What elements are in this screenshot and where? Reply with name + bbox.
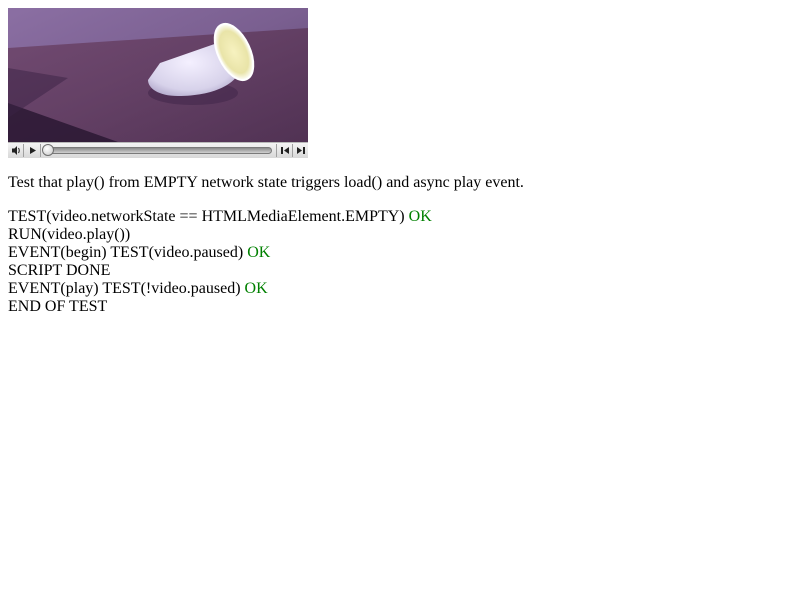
control-divider xyxy=(276,144,277,157)
step-back-button[interactable] xyxy=(279,143,291,158)
control-divider xyxy=(40,144,41,157)
log-line: TEST(video.networkState == HTMLMediaElem… xyxy=(8,208,432,226)
step-forward-button[interactable] xyxy=(295,143,307,158)
log-line-status: OK xyxy=(244,280,268,297)
control-divider xyxy=(23,144,24,157)
page: Test that play() from EMPTY network stat… xyxy=(0,0,800,600)
speaker-icon xyxy=(12,146,20,155)
log-line: EVENT(begin) TEST(video.paused) OK xyxy=(8,244,432,262)
log-line-status: OK xyxy=(408,208,432,225)
log-line-text: TEST(video.networkState == HTMLMediaElem… xyxy=(8,208,405,225)
log-line: END OF TEST xyxy=(8,298,432,316)
log-line: EVENT(play) TEST(!video.paused) OK xyxy=(8,280,432,298)
video-controls xyxy=(8,142,308,158)
control-divider xyxy=(292,144,293,157)
timeline-thumb[interactable] xyxy=(42,144,54,156)
test-log: TEST(video.networkState == HTMLMediaElem… xyxy=(8,208,432,316)
step-forward-icon xyxy=(297,147,305,154)
log-line-text: EVENT(play) TEST(!video.paused) xyxy=(8,280,241,297)
video-frame[interactable] xyxy=(8,8,308,142)
video-still-image xyxy=(8,8,308,142)
log-line-text: RUN(video.play()) xyxy=(8,226,131,243)
video-player[interactable] xyxy=(8,8,308,158)
volume-button[interactable] xyxy=(10,143,22,158)
log-line-text: SCRIPT DONE xyxy=(8,262,111,279)
log-line-text: EVENT(begin) TEST(video.paused) xyxy=(8,244,244,261)
step-back-icon xyxy=(281,147,289,154)
timeline-track[interactable] xyxy=(44,147,272,154)
play-button[interactable] xyxy=(27,143,39,158)
play-icon xyxy=(30,147,36,154)
log-line: RUN(video.play()) xyxy=(8,226,432,244)
log-line-text: END OF TEST xyxy=(8,298,108,315)
test-description: Test that play() from EMPTY network stat… xyxy=(8,174,524,191)
log-line-status: OK xyxy=(247,244,271,261)
log-line: SCRIPT DONE xyxy=(8,262,432,280)
